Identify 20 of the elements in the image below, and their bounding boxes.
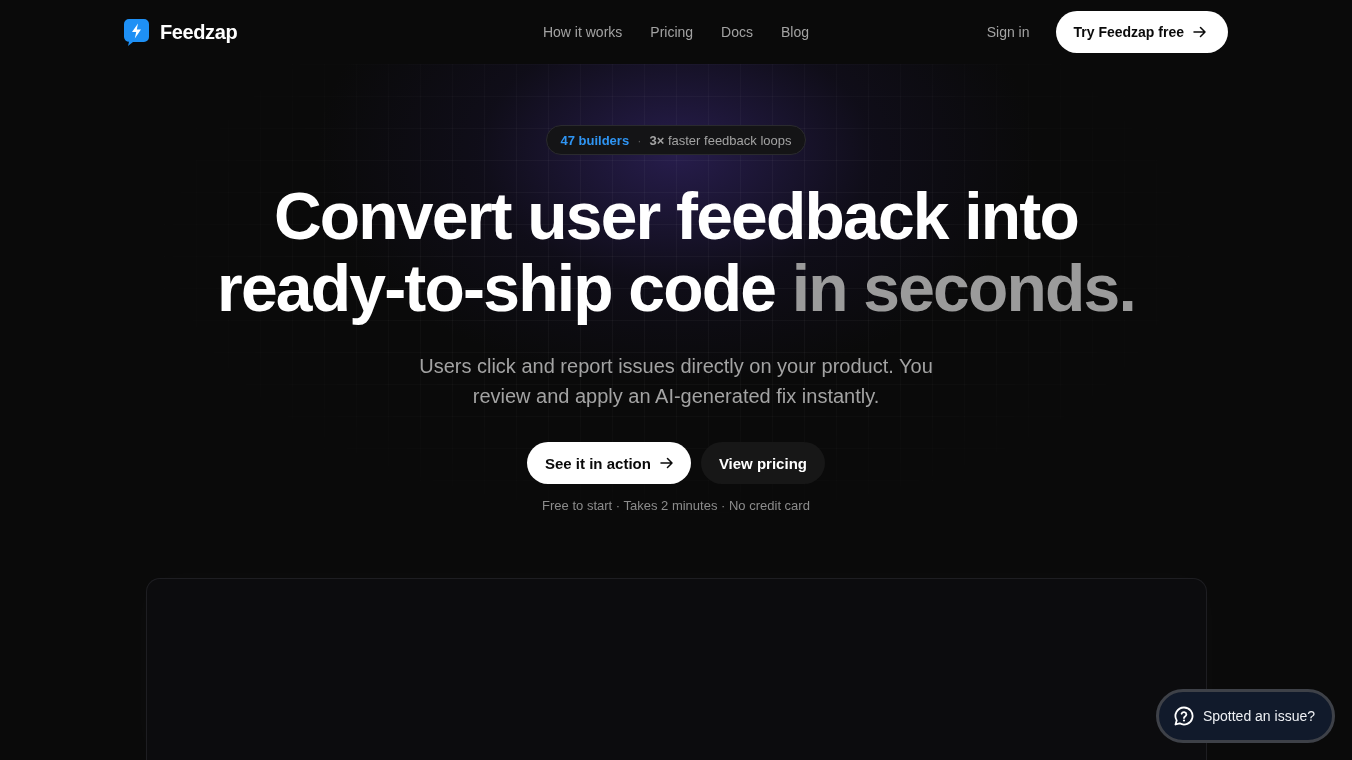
logo-icon bbox=[124, 18, 149, 46]
speed-claim: 3× faster feedback loops bbox=[649, 132, 792, 148]
brand-name: Feedzap bbox=[160, 20, 238, 44]
nav-link[interactable]: Docs bbox=[721, 24, 753, 40]
separator-dot: · bbox=[637, 132, 642, 148]
nav-link[interactable]: Pricing bbox=[650, 24, 694, 40]
arrow-right-icon bbox=[1193, 26, 1206, 38]
sign-in-link[interactable]: Sign in bbox=[986, 24, 1030, 40]
subtitle: Users click and report issues directly on your product. You review and apply an AI-generated fix instantly. bbox=[418, 354, 934, 409]
footnote: Free to start · Takes 2 minutes · No credit card bbox=[542, 497, 810, 515]
builders-count: 47 builders bbox=[560, 132, 630, 148]
try-free-button[interactable]: Try Feedzap free bbox=[1055, 11, 1228, 53]
see-in-action-button[interactable]: See it in action bbox=[527, 442, 691, 484]
arrow-right-icon bbox=[659, 457, 673, 469]
report-issue-button[interactable]: Spotted an issue? bbox=[1155, 689, 1335, 743]
headline: Convert user feedback into ready-to-ship code in seconds. bbox=[216, 180, 1136, 324]
nav-link[interactable]: Blog bbox=[781, 24, 810, 40]
nav-link[interactable]: How it works bbox=[542, 24, 623, 40]
view-pricing-button[interactable]: View pricing bbox=[700, 442, 825, 484]
question-bubble-icon bbox=[1173, 706, 1194, 726]
